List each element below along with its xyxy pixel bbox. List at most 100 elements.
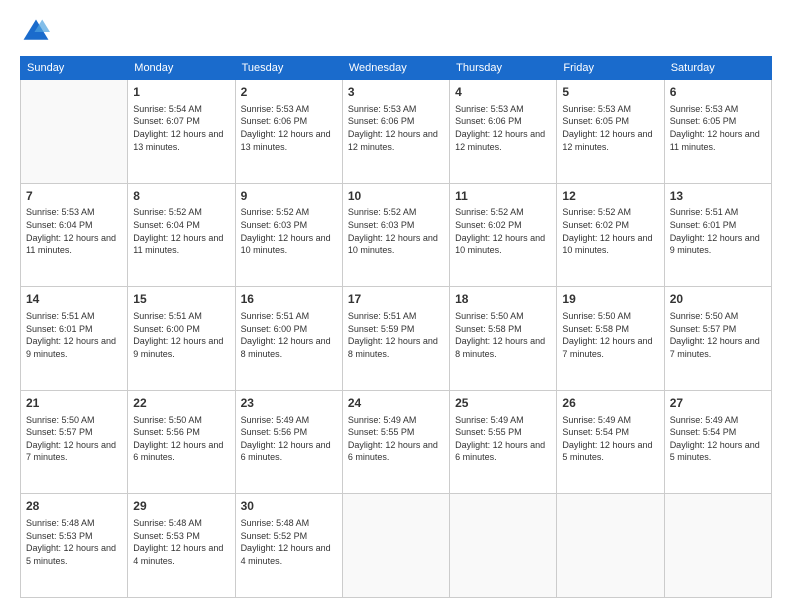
day-number: 20 — [670, 291, 766, 308]
sunset-text: Sunset: 5:56 PM — [241, 426, 337, 439]
calendar-cell: 14Sunrise: 5:51 AMSunset: 6:01 PMDayligh… — [21, 287, 128, 391]
sunrise-text: Sunrise: 5:53 AM — [455, 103, 551, 116]
sunset-text: Sunset: 6:06 PM — [455, 115, 551, 128]
sunset-text: Sunset: 5:53 PM — [133, 530, 229, 543]
calendar-cell: 21Sunrise: 5:50 AMSunset: 5:57 PMDayligh… — [21, 390, 128, 494]
daylight-text: Daylight: 12 hours and 12 minutes. — [348, 128, 444, 153]
header — [20, 18, 772, 46]
day-number: 23 — [241, 395, 337, 412]
calendar-cell: 2 Sunrise: 5:53 AMSunset: 6:06 PMDaylight… — [235, 80, 342, 184]
sunset-text: Sunset: 5:58 PM — [562, 323, 658, 336]
daylight-text: Daylight: 12 hours and 10 minutes. — [455, 232, 551, 257]
sunset-text: Sunset: 6:00 PM — [133, 323, 229, 336]
daylight-text: Daylight: 12 hours and 8 minutes. — [348, 335, 444, 360]
day-number: 3 — [348, 84, 444, 101]
daylight-text: Daylight: 12 hours and 7 minutes. — [670, 335, 766, 360]
calendar-cell: 3Sunrise: 5:53 AMSunset: 6:06 PMDaylight… — [342, 80, 449, 184]
sunset-text: Sunset: 6:07 PM — [133, 115, 229, 128]
sunset-text: Sunset: 6:05 PM — [670, 115, 766, 128]
calendar-week-1: 1Sunrise: 5:54 AMSunset: 6:07 PMDaylight… — [21, 80, 772, 184]
day-number: 29 — [133, 498, 229, 515]
calendar-week-4: 21Sunrise: 5:50 AMSunset: 5:57 PMDayligh… — [21, 390, 772, 494]
sunrise-text: Sunrise: 5:50 AM — [670, 310, 766, 323]
sunset-text: Sunset: 6:06 PM — [241, 115, 337, 128]
sunset-text: Sunset: 6:01 PM — [670, 219, 766, 232]
day-number: 6 — [670, 84, 766, 101]
day-number: 28 — [26, 498, 122, 515]
sunrise-text: Sunrise: 5:53 AM — [26, 206, 122, 219]
sunrise-text: Sunrise: 5:49 AM — [455, 414, 551, 427]
calendar-cell: 24Sunrise: 5:49 AMSunset: 5:55 PMDayligh… — [342, 390, 449, 494]
sunrise-text: Sunrise: 5:51 AM — [670, 206, 766, 219]
sunrise-text: Sunrise: 5:49 AM — [670, 414, 766, 427]
daylight-text: Daylight: 12 hours and 11 minutes. — [670, 128, 766, 153]
calendar-week-5: 28Sunrise: 5:48 AMSunset: 5:53 PMDayligh… — [21, 494, 772, 598]
day-number: 27 — [670, 395, 766, 412]
sunset-text: Sunset: 5:56 PM — [133, 426, 229, 439]
calendar-cell: 28 Sunrise: 5:48 AMSunset: 5:53 PMDayligh… — [21, 494, 128, 598]
calendar-cell: 8Sunrise: 5:52 AMSunset: 6:04 PMDaylight… — [128, 183, 235, 287]
calendar-header-row: SundayMondayTuesdayWednesdayThursdayFrid… — [21, 57, 772, 80]
daylight-text: Daylight: 12 hours and 8 minutes. — [241, 335, 337, 360]
sunrise-text: Sunrise: 5:49 AM — [348, 414, 444, 427]
calendar-header-tuesday: Tuesday — [235, 57, 342, 80]
sunset-text: Sunset: 5:54 PM — [562, 426, 658, 439]
sunrise-text: Sunrise: 5:53 AM — [241, 103, 337, 116]
sunset-text: Sunset: 5:57 PM — [26, 426, 122, 439]
calendar-cell: 9Sunrise: 5:52 AMSunset: 6:03 PMDaylight… — [235, 183, 342, 287]
calendar-cell: 30Sunrise: 5:48 AMSunset: 5:52 PMDayligh… — [235, 494, 342, 598]
day-number: 21 — [26, 395, 122, 412]
sunrise-text: Sunrise: 5:52 AM — [348, 206, 444, 219]
sunset-text: Sunset: 5:52 PM — [241, 530, 337, 543]
sunset-text: Sunset: 5:54 PM — [670, 426, 766, 439]
sunrise-text: Sunrise: 5:51 AM — [348, 310, 444, 323]
sunrise-text: Sunrise: 5:50 AM — [455, 310, 551, 323]
sunset-text: Sunset: 5:53 PM — [26, 530, 122, 543]
calendar-cell: 25Sunrise: 5:49 AMSunset: 5:55 PMDayligh… — [450, 390, 557, 494]
calendar-header-thursday: Thursday — [450, 57, 557, 80]
daylight-text: Daylight: 12 hours and 10 minutes. — [241, 232, 337, 257]
sunrise-text: Sunrise: 5:50 AM — [133, 414, 229, 427]
daylight-text: Daylight: 12 hours and 6 minutes. — [348, 439, 444, 464]
daylight-text: Daylight: 12 hours and 10 minutes. — [562, 232, 658, 257]
calendar-header-saturday: Saturday — [664, 57, 771, 80]
day-number: 9 — [241, 188, 337, 205]
calendar-cell: 19Sunrise: 5:50 AMSunset: 5:58 PMDayligh… — [557, 287, 664, 391]
daylight-text: Daylight: 12 hours and 13 minutes. — [133, 128, 229, 153]
calendar-cell: 27Sunrise: 5:49 AMSunset: 5:54 PMDayligh… — [664, 390, 771, 494]
daylight-text: Daylight: 12 hours and 12 minutes. — [562, 128, 658, 153]
calendar-cell: 22Sunrise: 5:50 AMSunset: 5:56 PMDayligh… — [128, 390, 235, 494]
daylight-text: Daylight: 12 hours and 10 minutes. — [348, 232, 444, 257]
daylight-text: Daylight: 12 hours and 5 minutes. — [26, 542, 122, 567]
day-number: 13 — [670, 188, 766, 205]
sunset-text: Sunset: 6:01 PM — [26, 323, 122, 336]
sunrise-text: Sunrise: 5:48 AM — [133, 517, 229, 530]
calendar-cell: 20Sunrise: 5:50 AMSunset: 5:57 PMDayligh… — [664, 287, 771, 391]
daylight-text: Daylight: 12 hours and 9 minutes. — [133, 335, 229, 360]
calendar-cell: 13Sunrise: 5:51 AMSunset: 6:01 PMDayligh… — [664, 183, 771, 287]
day-number: 24 — [348, 395, 444, 412]
calendar-cell — [450, 494, 557, 598]
daylight-text: Daylight: 12 hours and 8 minutes. — [455, 335, 551, 360]
calendar-cell: 10Sunrise: 5:52 AMSunset: 6:03 PMDayligh… — [342, 183, 449, 287]
calendar-header-wednesday: Wednesday — [342, 57, 449, 80]
day-number: 12 — [562, 188, 658, 205]
calendar-week-3: 14Sunrise: 5:51 AMSunset: 6:01 PMDayligh… — [21, 287, 772, 391]
sunrise-text: Sunrise: 5:53 AM — [562, 103, 658, 116]
day-number: 11 — [455, 188, 551, 205]
daylight-text: Daylight: 12 hours and 12 minutes. — [455, 128, 551, 153]
sunrise-text: Sunrise: 5:53 AM — [670, 103, 766, 116]
day-number: 15 — [133, 291, 229, 308]
day-number: 30 — [241, 498, 337, 515]
logo-icon — [22, 18, 50, 46]
sunrise-text: Sunrise: 5:49 AM — [241, 414, 337, 427]
calendar-cell — [557, 494, 664, 598]
calendar-table: SundayMondayTuesdayWednesdayThursdayFrid… — [20, 56, 772, 598]
daylight-text: Daylight: 12 hours and 6 minutes. — [133, 439, 229, 464]
day-number: 2 — [241, 84, 337, 101]
daylight-text: Daylight: 12 hours and 6 minutes. — [241, 439, 337, 464]
daylight-text: Daylight: 12 hours and 7 minutes. — [26, 439, 122, 464]
daylight-text: Daylight: 12 hours and 13 minutes. — [241, 128, 337, 153]
sunrise-text: Sunrise: 5:48 AM — [26, 517, 122, 530]
sunrise-text: Sunrise: 5:51 AM — [133, 310, 229, 323]
